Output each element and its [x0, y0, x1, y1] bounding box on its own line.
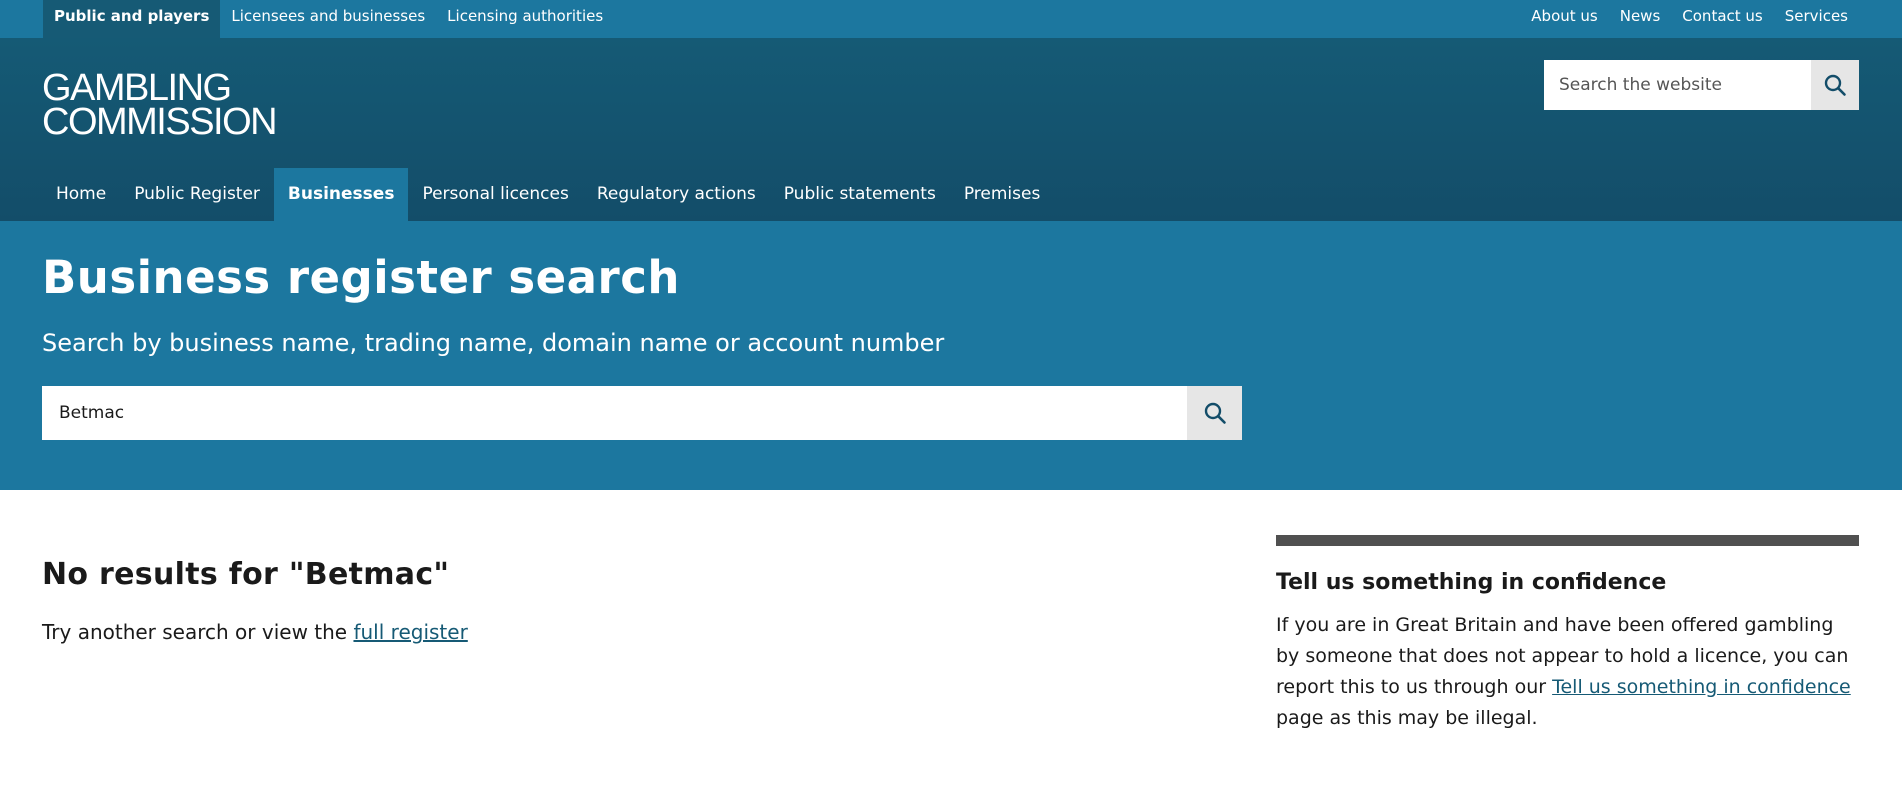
aside-text-suffix: page as this may be illegal. — [1276, 707, 1538, 729]
gambling-commission-logo[interactable]: GAMBLING COMMISSION — [42, 67, 278, 143]
main-nav: Home Public Register Businesses Personal… — [42, 168, 1054, 221]
site-search-button[interactable] — [1811, 60, 1859, 110]
site-search-input[interactable] — [1544, 60, 1812, 110]
register-search — [42, 386, 1242, 440]
nav-public-statements[interactable]: Public statements — [770, 168, 950, 221]
nav-public-register[interactable]: Public Register — [120, 168, 274, 221]
search-icon — [1824, 74, 1846, 96]
logo-line-1: GAMBLING — [42, 67, 232, 109]
page-subtitle: Search by business name, trading name, d… — [42, 329, 945, 357]
audience-nav: Public and players Licensees and busines… — [43, 0, 614, 38]
news-link[interactable]: News — [1609, 0, 1672, 38]
nav-regulatory-actions[interactable]: Regulatory actions — [583, 168, 770, 221]
site-header: GAMBLING COMMISSION Home Public Register… — [0, 38, 1902, 221]
nav-personal-licences[interactable]: Personal licences — [408, 168, 582, 221]
nav-premises[interactable]: Premises — [950, 168, 1054, 221]
search-icon — [1204, 402, 1226, 424]
nav-businesses[interactable]: Businesses — [273, 168, 409, 221]
tell-us-something-link[interactable]: Tell us something in confidence — [1552, 676, 1851, 698]
about-us-link[interactable]: About us — [1520, 0, 1608, 38]
register-search-input[interactable] — [42, 386, 1187, 440]
confidence-aside: Tell us something in confidence If you a… — [1276, 535, 1859, 734]
utility-nav: About us News Contact us Services — [1520, 0, 1860, 38]
logo-line-2: COMMISSION — [42, 101, 278, 143]
aside-divider — [1276, 535, 1859, 546]
services-link[interactable]: Services — [1774, 0, 1860, 38]
audience-licensing-authorities[interactable]: Licensing authorities — [436, 0, 614, 38]
aside-text: If you are in Great Britain and have bee… — [1276, 610, 1859, 734]
register-search-button[interactable] — [1187, 386, 1242, 440]
results-section: No results for "Betmac" Try another sear… — [42, 557, 1222, 644]
aside-heading: Tell us something in confidence — [1276, 570, 1667, 595]
site-search — [1544, 60, 1859, 110]
audience-public-and-players[interactable]: Public and players — [43, 0, 221, 38]
audience-licensees-and-businesses[interactable]: Licensees and businesses — [220, 0, 436, 38]
search-hero: Business register search Search by busin… — [0, 221, 1902, 490]
no-results-text-prefix: Try another search or view the — [42, 620, 354, 644]
no-results-text: Try another search or view the full regi… — [42, 620, 1222, 644]
nav-home[interactable]: Home — [42, 168, 120, 221]
page-title: Business register search — [42, 251, 680, 304]
top-utility-bar: Public and players Licensees and busines… — [0, 0, 1902, 38]
contact-us-link[interactable]: Contact us — [1671, 0, 1773, 38]
full-register-link[interactable]: full register — [353, 620, 467, 644]
no-results-heading: No results for "Betmac" — [42, 557, 450, 592]
